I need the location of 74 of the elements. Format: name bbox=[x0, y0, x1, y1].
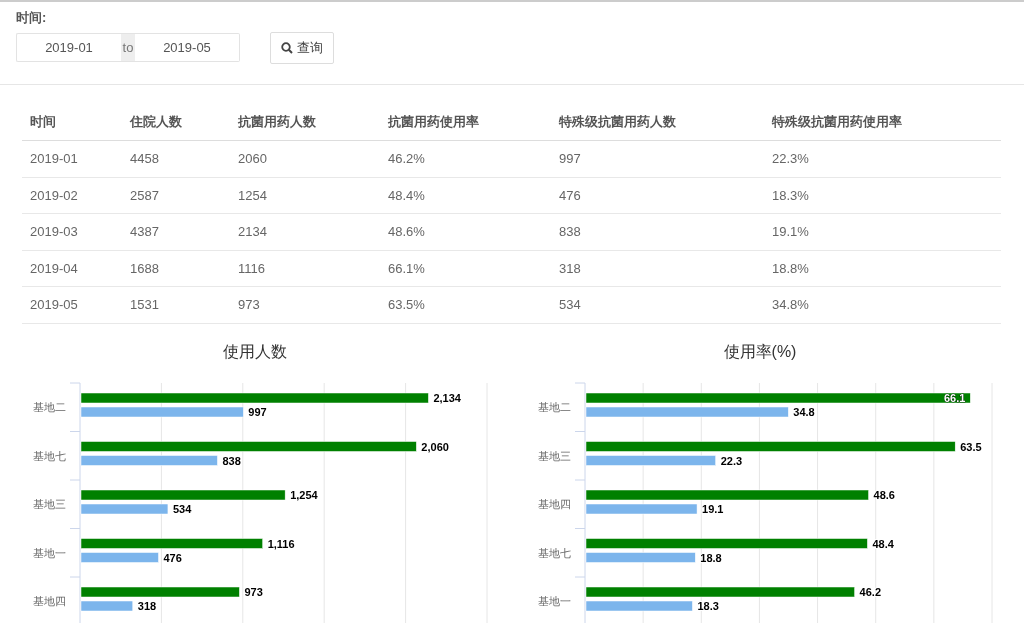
chart-title: 使用人数 bbox=[223, 341, 287, 361]
table-cell: 1254 bbox=[230, 177, 380, 214]
table-cell: 4458 bbox=[122, 140, 230, 177]
category-label: 基地三 bbox=[538, 449, 571, 462]
category-label: 基地二 bbox=[538, 400, 571, 413]
table-cell: 63.5% bbox=[380, 286, 551, 323]
column-header: 住院人数 bbox=[122, 102, 230, 141]
table-cell: 46.2% bbox=[380, 140, 551, 177]
table-cell: 2019-02 bbox=[22, 177, 122, 214]
category-label: 基地七 bbox=[33, 449, 66, 462]
search-button[interactable]: 查询 bbox=[270, 31, 334, 64]
data-label: 66.1 bbox=[943, 391, 966, 404]
data-label: 63.5 bbox=[960, 440, 982, 453]
category-label: 基地二 bbox=[33, 400, 66, 413]
table-cell: 973 bbox=[230, 286, 380, 323]
data-label: 2,060 bbox=[421, 440, 449, 453]
start-month-field[interactable]: 2019-01 bbox=[16, 33, 121, 62]
category-label: 基地三 bbox=[33, 497, 66, 510]
data-label: 973 bbox=[244, 585, 263, 598]
table-cell: 2019-04 bbox=[22, 250, 122, 287]
data-label: 19.1 bbox=[702, 502, 724, 515]
data-label: 48.6 bbox=[873, 488, 895, 501]
data-label: 1,254 bbox=[290, 488, 318, 501]
table-cell: 1531 bbox=[122, 286, 230, 323]
column-header: 特殊级抗菌用药使用率 bbox=[764, 102, 1001, 141]
data-label: 476 bbox=[163, 551, 182, 564]
table-cell: 2019-05 bbox=[22, 286, 122, 323]
table-cell: 19.1% bbox=[764, 213, 1001, 250]
table-cell: 4387 bbox=[122, 213, 230, 250]
data-label: 18.8 bbox=[700, 551, 722, 564]
data-label: 534 bbox=[172, 502, 192, 515]
table-cell: 66.1% bbox=[380, 250, 551, 287]
table-cell: 2019-03 bbox=[22, 213, 122, 250]
table-cell: 476 bbox=[551, 177, 764, 214]
chart-title: 使用率(%) bbox=[723, 341, 797, 361]
table-cell: 838 bbox=[551, 213, 764, 250]
range-separator: to bbox=[121, 33, 135, 62]
table-cell: 1116 bbox=[230, 250, 380, 287]
data-label: 838 bbox=[222, 454, 241, 467]
category-label: 基地四 bbox=[538, 497, 571, 510]
table-cell: 48.6% bbox=[380, 213, 551, 250]
data-label: 34.8 bbox=[793, 405, 815, 418]
data-label: 318 bbox=[137, 599, 157, 612]
table-cell: 2019-01 bbox=[22, 140, 122, 177]
column-header: 时间 bbox=[22, 102, 122, 141]
table-cell: 2134 bbox=[230, 213, 380, 250]
table-cell: 18.8% bbox=[764, 250, 1001, 287]
data-label: 48.4 bbox=[872, 537, 894, 550]
table-cell: 2587 bbox=[122, 177, 230, 214]
end-month-field[interactable]: 2019-05 bbox=[135, 33, 240, 62]
table-cell: 997 bbox=[551, 140, 764, 177]
category-label: 基地七 bbox=[538, 546, 571, 559]
data-label: 18.3 bbox=[697, 599, 719, 612]
table-cell: 534 bbox=[551, 286, 764, 323]
table-cell: 22.3% bbox=[764, 140, 1001, 177]
table-cell: 48.4% bbox=[380, 177, 551, 214]
data-label: 1,116 bbox=[267, 537, 295, 550]
column-header: 特殊级抗菌用药人数 bbox=[551, 102, 764, 141]
table-cell: 2060 bbox=[230, 140, 380, 177]
search-icon bbox=[281, 41, 293, 54]
data-label: 997 bbox=[248, 405, 267, 418]
category-label: 基地四 bbox=[33, 594, 66, 607]
data-label: 2,134 bbox=[433, 391, 461, 404]
data-label: 22.3 bbox=[720, 454, 743, 467]
table-cell: 318 bbox=[551, 250, 764, 287]
column-header: 抗菌用药人数 bbox=[230, 102, 380, 141]
table-cell: 18.3% bbox=[764, 177, 1001, 214]
category-label: 基地一 bbox=[33, 546, 66, 559]
data-label: 46.2 bbox=[859, 585, 882, 598]
table-cell: 1688 bbox=[122, 250, 230, 287]
time-label: 时间: bbox=[16, 9, 48, 27]
category-label: 基地一 bbox=[538, 594, 571, 607]
table-cell: 34.8% bbox=[764, 286, 1001, 323]
column-header: 抗菌用药使用率 bbox=[380, 102, 551, 141]
